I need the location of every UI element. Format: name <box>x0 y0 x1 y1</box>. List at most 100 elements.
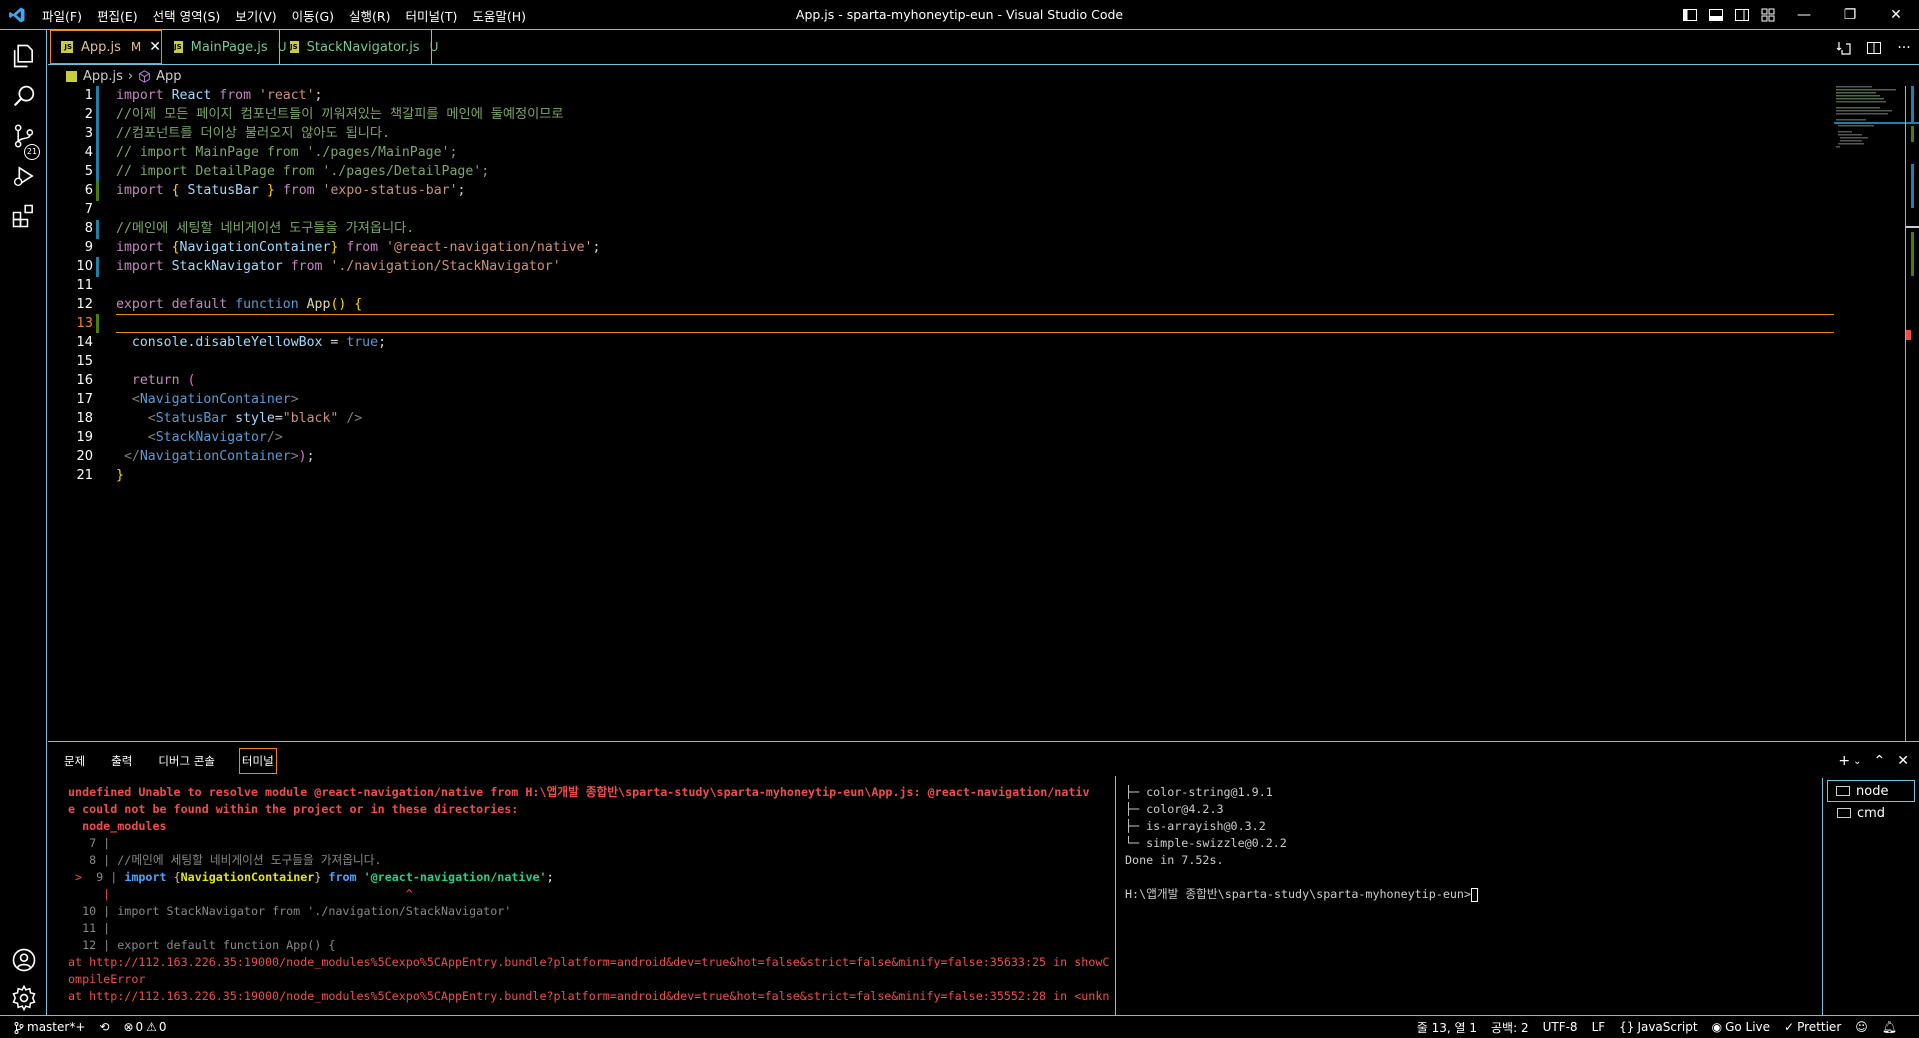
code-line: <StackNavigator/> <box>147 430 283 445</box>
context-line-number: 8 | <box>68 853 118 867</box>
menu-edit[interactable]: 편집(E) <box>97 6 138 25</box>
breadcrumb-symbol[interactable]: App <box>156 69 181 84</box>
branch-indicator[interactable]: master*+ <box>14 1020 85 1034</box>
maximize-panel-icon[interactable]: ⌃ <box>1874 753 1886 769</box>
end-of-line[interactable]: LF <box>1592 1020 1606 1034</box>
broadcast-icon: ◉ <box>1711 1020 1723 1034</box>
breadcrumb: App.js › App <box>48 66 182 86</box>
git-added-marker <box>96 181 99 201</box>
terminal-output-right[interactable]: ├─ color-string@1.9.1 ├─ color@4.2.3 ├─ … <box>1117 776 1810 1016</box>
extensions-icon[interactable] <box>10 202 38 230</box>
code-line: import { StatusBar } from 'expo-status-b… <box>116 183 466 198</box>
menu-help[interactable]: 도움말(H) <box>472 6 526 25</box>
scrollbar-cursor-marker <box>1906 226 1919 228</box>
code-line: //이제 모든 페이지 컴포넌트들이 끼워져있는 책갈피를 메인에 둘예정이므로 <box>116 107 564 122</box>
problems-indicator[interactable]: ⊗ 0 ⚠ 0 <box>123 1020 166 1034</box>
line-number: 14 <box>76 335 93 350</box>
menu-selection[interactable]: 선택 영역(S) <box>153 6 221 25</box>
context-code: //메인에 세팅할 네비게이션 도구들을 가져옵니다. <box>117 853 382 867</box>
breadcrumb-file[interactable]: App.js <box>83 69 123 84</box>
menu-bar: 파일(F) 편집(E) 선택 영역(S) 보기(V) 이동(G) 실행(R) 터… <box>42 0 541 30</box>
context-code: { <box>173 870 181 884</box>
code-editor[interactable]: 1 2 3 4 5 6 7 8 9 10 11 12 13 14 15 16 17 18 19 20 21 import… <box>48 86 1919 741</box>
source-control-badge: 21 <box>24 144 40 160</box>
scrollbar-added-marker <box>1911 232 1914 276</box>
minimize-icon[interactable]: — <box>1781 0 1827 30</box>
tab-label: MainPage.js <box>190 39 268 55</box>
notifications-bell-icon[interactable]: 🔔︎ <box>1882 1020 1897 1034</box>
scrollbar-modified-marker <box>1911 86 1914 122</box>
status-bar-right: 줄 13, 열 1 공백: 2 UTF-8 LF {} JavaScript ◉ G… <box>1417 1016 1911 1038</box>
tab-terminal[interactable]: 터미널 <box>238 748 277 774</box>
open-changes-icon[interactable] <box>1831 35 1857 61</box>
terminal-line: 12 | export default function App() { <box>68 937 1115 954</box>
split-editor-icon[interactable] <box>1861 35 1887 61</box>
bottom-panel: 문제 출력 디버그 콘솔 터미널 + ⌄ ⌃ ✕ undefined Unabl… <box>48 741 1919 1016</box>
line-number: 10 <box>76 259 93 274</box>
settings-gear-icon[interactable] <box>10 984 38 1012</box>
chevron-right-icon: › <box>127 68 134 84</box>
line-number: 6 <box>84 183 93 198</box>
context-line-number: 9 | <box>89 870 125 884</box>
terminal-line: 11 | <box>68 921 111 935</box>
toggle-panel-icon[interactable] <box>1705 0 1727 30</box>
warning-icon: ⚠ <box>146 1020 157 1034</box>
editor-scrollbar[interactable] <box>1905 86 1919 741</box>
context-code: ; <box>546 870 554 884</box>
terminal-item-node[interactable]: node <box>1827 780 1915 802</box>
menu-terminal[interactable]: 터미널(T) <box>406 6 458 25</box>
accounts-icon[interactable] <box>10 946 38 974</box>
terminal-item-label: node <box>1856 783 1889 799</box>
terminal-item-cmd[interactable]: cmd <box>1823 802 1919 824</box>
menu-run[interactable]: 실행(R) <box>349 6 390 25</box>
sync-icon[interactable]: ⟲ <box>99 1020 109 1034</box>
encoding[interactable]: UTF-8 <box>1543 1020 1578 1034</box>
line-number: 2 <box>84 107 93 122</box>
tab-output[interactable]: 출력 <box>109 749 134 773</box>
tab-mainpage-js[interactable]: JS MainPage.js U <box>164 30 286 64</box>
toggle-secondary-sidebar-icon[interactable] <box>1731 0 1753 30</box>
tab-stacknavigator-js[interactable]: JS StackNavigator.js U <box>280 30 438 64</box>
symbol-method-icon <box>139 69 150 83</box>
tab-problems[interactable]: 문제 <box>62 749 87 773</box>
terminal-output-left[interactable]: undefined Unable to resolve module @reac… <box>48 776 1116 1016</box>
status-bar: master*+ ⟲ ⊗ 0 ⚠ 0 줄 13, 열 1 공백: 2 UTF-8 LF… <box>0 1015 1919 1038</box>
window-controls: — ❐ ✕ <box>1677 0 1919 30</box>
restore-icon[interactable]: ❐ <box>1827 0 1873 30</box>
menu-go[interactable]: 이동(G) <box>292 6 334 25</box>
terminal-line: └─ simple-swizzle@0.2.2 <box>1125 836 1287 850</box>
run-debug-icon[interactable] <box>10 162 38 190</box>
search-icon[interactable] <box>10 82 38 110</box>
new-terminal-icon[interactable]: + <box>1838 753 1850 769</box>
context-code: '@react-navigation/native' <box>363 870 547 884</box>
terminal-item-label: cmd <box>1857 805 1886 821</box>
close-window-icon[interactable]: ✕ <box>1873 0 1919 30</box>
explorer-icon[interactable] <box>10 42 38 70</box>
menu-file[interactable]: 파일(F) <box>42 6 82 25</box>
git-branch-icon <box>14 1021 24 1034</box>
context-code: import StackNavigator from './navigation… <box>117 904 512 918</box>
indentation[interactable]: 공백: 2 <box>1491 1019 1529 1036</box>
tab-modified-badge: M <box>130 40 142 54</box>
language-label: JavaScript <box>1637 1020 1698 1034</box>
prettier-button[interactable]: ✓ Prettier <box>1784 1020 1841 1034</box>
tab-debug-console[interactable]: 디버그 콘솔 <box>156 749 217 773</box>
terminal-line: ├─ is-arrayish@0.3.2 <box>1125 819 1266 833</box>
code-line: // import MainPage from './pages/MainPag… <box>116 145 458 160</box>
close-panel-icon[interactable]: ✕ <box>1897 753 1909 769</box>
go-live-button[interactable]: ◉ Go Live <box>1712 1020 1770 1034</box>
customize-layout-icon[interactable] <box>1757 0 1779 30</box>
line-number-gutter: 1 2 3 4 5 6 7 8 9 10 11 12 13 14 15 16 17 18 19 20 21 <box>48 86 93 485</box>
feedback-icon[interactable]: ☺ <box>1855 1020 1868 1034</box>
line-number: 3 <box>84 126 93 141</box>
menu-view[interactable]: 보기(V) <box>235 6 276 25</box>
tab-app-js[interactable]: JS App.js M ✕ <box>50 30 162 64</box>
cursor-position[interactable]: 줄 13, 열 1 <box>1417 1019 1477 1036</box>
more-actions-icon[interactable]: ··· <box>1891 35 1917 61</box>
toggle-primary-sidebar-icon[interactable] <box>1679 0 1701 30</box>
chevron-down-icon[interactable]: ⌄ <box>1853 756 1861 767</box>
close-tab-icon[interactable]: ✕ <box>149 39 161 55</box>
language-mode[interactable]: {} JavaScript <box>1619 1020 1697 1034</box>
